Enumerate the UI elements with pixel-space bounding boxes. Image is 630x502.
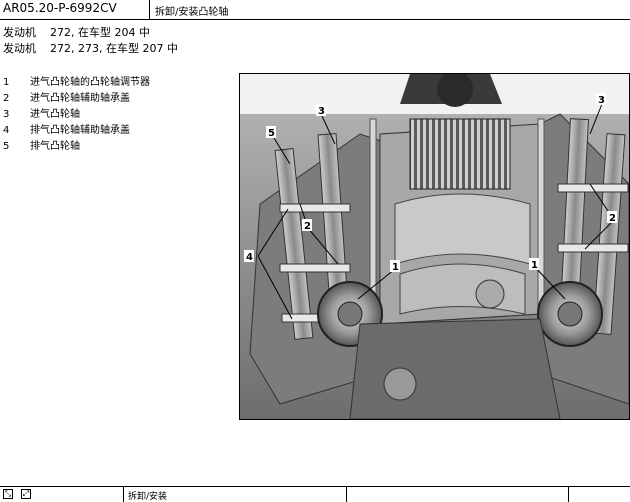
- header-divider: [149, 0, 150, 19]
- legend-number: 2: [3, 93, 10, 104]
- document-code: AR05.20-P-6992CV: [3, 1, 117, 15]
- fullscreen-icon[interactable]: ⤢: [21, 489, 31, 499]
- fit-screen-icon[interactable]: ⤡: [3, 489, 13, 499]
- legend-text: 进气凸轮轴辅助轴承盖: [30, 93, 130, 104]
- document-title: 拆卸/安装凸轮轴: [155, 7, 229, 18]
- engine-line-2: 发动机 272, 273, 在车型 207 中: [3, 40, 178, 56]
- callout-3-left: 3: [318, 106, 325, 117]
- legend-text: 进气凸轮轴: [30, 109, 80, 120]
- callout-1-right: 1: [531, 260, 538, 271]
- footer-divider: [123, 487, 124, 502]
- engine-line-1: 发动机 272, 在车型 204 中: [3, 24, 150, 40]
- callout-1-left: 1: [392, 262, 399, 273]
- legend-number: 5: [3, 141, 10, 152]
- legend-item: 2 进气凸轮轴辅助轴承盖: [3, 89, 130, 104]
- legend-text: 进气凸轮轴的凸轮轴调节器: [30, 77, 150, 88]
- engine-illustration: 5 3 3 2 2 4 1 1: [240, 74, 629, 419]
- legend-text: 排气凸轮轴辅助轴承盖: [30, 125, 130, 136]
- legend-number: 1: [3, 77, 10, 88]
- legend-number: 3: [3, 109, 10, 120]
- callout-3-right: 3: [598, 95, 605, 106]
- document-footer: ⤡ ⤢ 拆卸/安装: [0, 486, 630, 502]
- legend-text: 排气凸轮轴: [30, 141, 80, 152]
- legend-item: 5 排气凸轮轴: [3, 137, 80, 152]
- footer-divider: [568, 487, 569, 502]
- engine-value: 272, 在车型 204 中: [50, 26, 150, 39]
- callout-5: 5: [268, 128, 275, 139]
- callout-4: 4: [246, 252, 253, 263]
- footer-label: 拆卸/安装: [128, 492, 168, 502]
- callout-2-right: 2: [609, 213, 616, 224]
- legend-number: 4: [3, 125, 10, 136]
- legend-item: 3 进气凸轮轴: [3, 105, 80, 120]
- engine-camshaft-figure: 5 3 3 2 2 4 1 1: [239, 73, 630, 420]
- legend-item: 4 排气凸轮轴辅助轴承盖: [3, 121, 130, 136]
- footer-divider: [346, 487, 347, 502]
- engine-label: 发动机: [3, 26, 36, 39]
- document-header: AR05.20-P-6992CV 拆卸/安装凸轮轴: [0, 0, 630, 20]
- callout-2-left: 2: [304, 221, 311, 232]
- legend-item: 1 进气凸轮轴的凸轮轴调节器: [3, 73, 150, 88]
- engine-value: 272, 273, 在车型 207 中: [50, 42, 178, 55]
- engine-label: 发动机: [3, 42, 36, 55]
